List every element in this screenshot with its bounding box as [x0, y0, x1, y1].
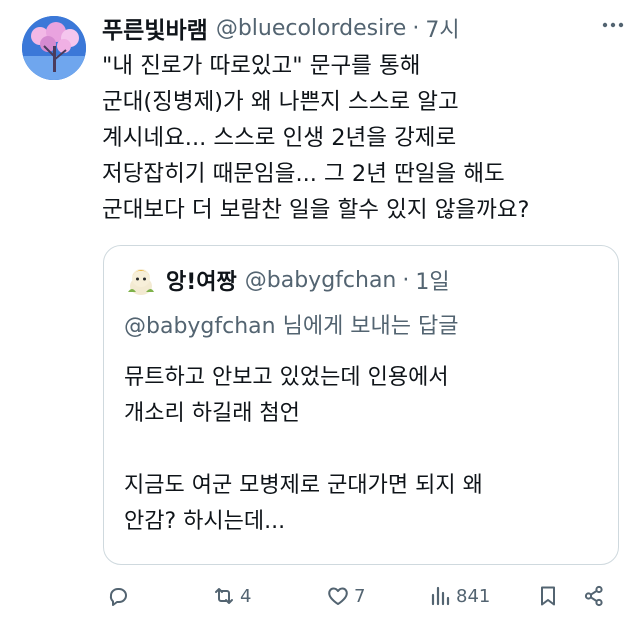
tweet-header: 푸른빛바램 @bluecolordesire · 7시 — [102, 10, 612, 46]
quoted-reply-to-line: @babygfchan 님에게 보내는 답글 — [124, 314, 459, 339]
quoted-text-line — [124, 432, 604, 468]
quoted-tweet-timestamp: 1일 — [415, 270, 450, 295]
share-button[interactable] — [582, 578, 606, 614]
quoted-header-separator: · — [402, 267, 410, 293]
tweet-text-line: 계시네요... 스스로 인생 2년을 강제로 — [102, 125, 457, 151]
quoted-text-line: 개소리 하길래 첨언 — [124, 401, 300, 426]
quoted-text-line: 지금도 여군 모병제로 군대가면 되지 왜 — [124, 473, 483, 498]
quoted-author-avatar — [124, 264, 158, 298]
quoted-tweet-header: 앙!여짱 @babygfchan · 1일 — [166, 263, 450, 297]
reply-button[interactable] — [106, 578, 130, 614]
author-avatar[interactable] — [22, 16, 86, 80]
quoted-tweet-text: 뮤트하고 안보고 있었는데 인용에서 개소리 하길래 첨언 지금도 여군 모병제… — [124, 360, 604, 540]
views-count: 841 — [456, 585, 491, 607]
tweet-text-line: 군대(징병제)가 왜 나쁜지 스스로 알고 — [102, 89, 459, 115]
bookmark-button[interactable] — [536, 578, 560, 614]
tweet-text-line: 군대보다 더 보람찬 일을 할수 있지 않을까요? — [102, 197, 530, 223]
reply-icon — [109, 588, 127, 606]
quoted-text-line: 뮤트하고 안보고 있었는데 인용에서 — [124, 365, 449, 390]
tweet-timestamp[interactable]: 7시 — [425, 12, 459, 44]
bookmark-icon — [541, 586, 555, 606]
header-separator: · — [412, 15, 420, 41]
like-button[interactable]: 7 — [326, 578, 365, 614]
tweet-text-line: "내 진로가 따로있고" 문구를 통해 — [102, 53, 421, 79]
more-options-icon[interactable] — [598, 12, 628, 38]
tweet-action-bar: 4 7 841 — [100, 578, 620, 614]
share-icon — [584, 585, 603, 607]
like-count: 7 — [354, 585, 366, 607]
retweet-button[interactable]: 4 — [212, 578, 251, 614]
quoted-author-handle: @babygfchan — [244, 267, 397, 293]
quoted-text-line: 안감? 하시는데... — [124, 509, 286, 534]
views-icon — [431, 586, 450, 606]
retweet-count: 4 — [240, 585, 252, 607]
heart-icon — [328, 587, 348, 605]
tweet-text-line: 저당잡히기 때문임을... 그 2년 딴일을 해도 — [102, 161, 505, 187]
retweet-icon — [215, 588, 233, 604]
views-button[interactable]: 841 — [428, 578, 490, 614]
tweet-text: "내 진로가 따로있고" 문구를 통해 군대(징병제)가 왜 나쁜지 스스로 알… — [102, 48, 622, 228]
author-display-name[interactable]: 푸른빛바램 — [102, 11, 208, 45]
quoted-author-display-name: 앙!여짱 — [166, 270, 237, 295]
author-handle[interactable]: @bluecolordesire — [216, 16, 407, 41]
quoted-tweet[interactable]: 앙!여짱 @babygfchan · 1일 @babygfchan 님에게 보내… — [103, 245, 619, 565]
